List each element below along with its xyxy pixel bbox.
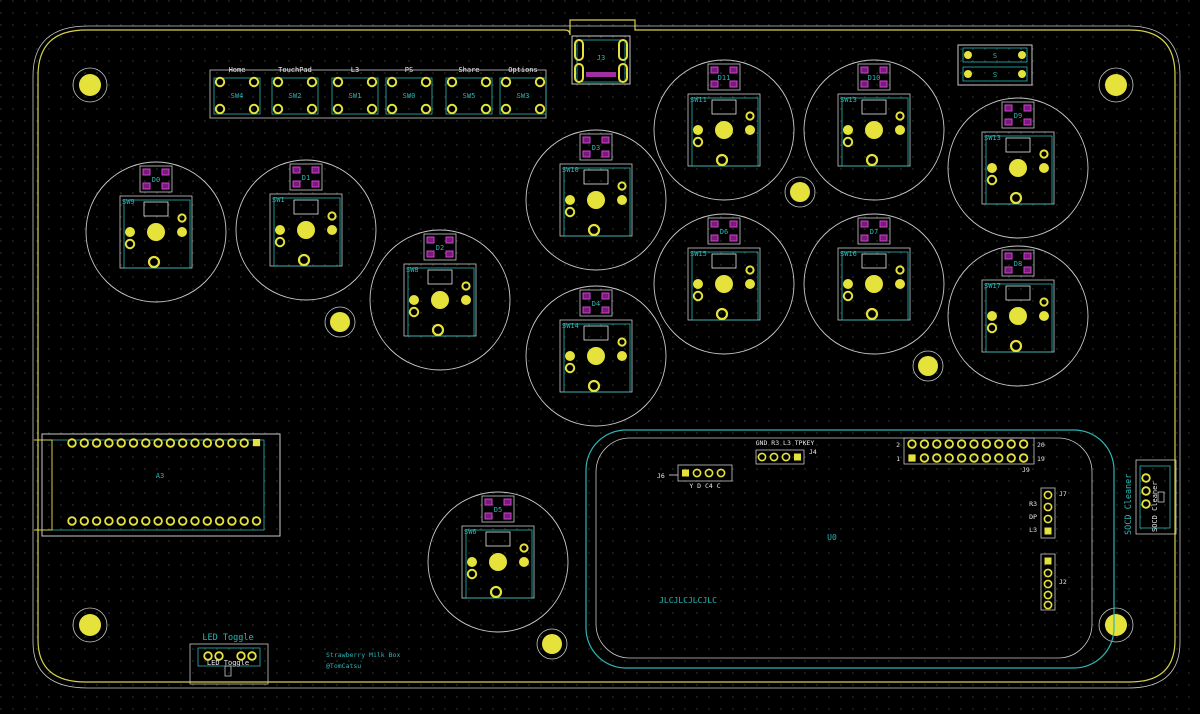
switch-ref: SW17 bbox=[984, 282, 1001, 290]
led-ref: D5 bbox=[494, 506, 502, 514]
j9-pin-20-label: 20 bbox=[1037, 441, 1045, 449]
led-ref: D6 bbox=[720, 228, 728, 236]
tact-switch-ref: SW2 bbox=[289, 92, 302, 100]
led-ref: D10 bbox=[868, 74, 881, 82]
led-ref: D7 bbox=[870, 228, 878, 236]
tact-switch-ref: SW3 bbox=[517, 92, 530, 100]
mcu-ref-label: A3 bbox=[156, 472, 164, 480]
switch-ref: SW13 bbox=[984, 134, 1001, 142]
module-ref-label: U0 bbox=[827, 533, 837, 542]
header-j6-ref: J6 bbox=[657, 472, 665, 480]
top-right-label-a: S bbox=[993, 52, 997, 60]
led-ref: D11 bbox=[718, 74, 731, 82]
header-j2-ref: J2 bbox=[1059, 578, 1067, 586]
tact-switch-ref: SW0 bbox=[403, 92, 416, 100]
tact-switch-label: L3 bbox=[351, 66, 359, 74]
header-j9-ref: J9 bbox=[1022, 466, 1030, 474]
switch-ref: SW10 bbox=[562, 166, 579, 174]
tact-switch-ref: SW1 bbox=[349, 92, 362, 100]
tact-switch-label: Options bbox=[508, 66, 538, 74]
switch-ref: SW14 bbox=[562, 322, 579, 330]
led-ref: D9 bbox=[1014, 112, 1022, 120]
pcb-board: Home SW4 TouchPad SW2 L3 SW1 PS SW0 Share SW5 Opti… bbox=[0, 0, 1200, 710]
led-ref: D0 bbox=[152, 176, 160, 184]
led-toggle-fab: LED Toggle bbox=[207, 659, 249, 667]
tact-switch-label: Home bbox=[229, 66, 246, 74]
header-j4-title: GND R3 L3 TPKEY bbox=[756, 439, 815, 447]
tact-switch-label: Share bbox=[458, 66, 479, 74]
top-right-label-b: S bbox=[993, 71, 997, 79]
switch-ref: SW16 bbox=[840, 250, 857, 258]
j7-r3-label: R3 bbox=[1029, 500, 1037, 508]
socd-title-silk: SOCD Cleaner bbox=[1124, 474, 1134, 535]
led-ref: D3 bbox=[592, 144, 600, 152]
pcb-layout-canvas: Home SW4 TouchPad SW2 L3 SW1 PS SW0 Share SW5 Opti… bbox=[0, 0, 1200, 710]
header-j4-ref: J4 bbox=[809, 448, 817, 456]
credit-line-2: @TomCatsu bbox=[326, 662, 361, 670]
switch-ref: SW13 bbox=[840, 96, 857, 104]
switch-ref: SW9 bbox=[122, 198, 135, 206]
tact-switch-label: PS bbox=[405, 66, 413, 74]
switch-ref: SW8 bbox=[406, 266, 419, 274]
switch-ref: SW1 bbox=[272, 196, 285, 204]
led-ref: D4 bbox=[592, 300, 600, 308]
led-ref: D1 bbox=[302, 174, 310, 182]
credit-line-1: Strawberry Milk Box bbox=[326, 651, 400, 659]
switch-ref: SW11 bbox=[690, 96, 707, 104]
led-ref: D8 bbox=[1014, 260, 1022, 268]
j7-dp-label: DP bbox=[1029, 513, 1037, 521]
tact-switch-ref: SW5 bbox=[463, 92, 476, 100]
usb-ref-label: J3 bbox=[597, 54, 605, 62]
j7-l3-label: L3 bbox=[1029, 526, 1037, 534]
tact-switch-label: TouchPad bbox=[278, 66, 312, 74]
jlc-order-label: JLCJLCJLCJLC bbox=[659, 596, 717, 605]
header-j7-ref: J7 bbox=[1059, 490, 1067, 498]
tact-switch-ref: SW4 bbox=[231, 92, 244, 100]
j9-pin-19-label: 19 bbox=[1037, 455, 1045, 463]
header-j6-pins: Y D C4 C bbox=[689, 482, 720, 490]
j9-pin-1-label: 1 bbox=[896, 455, 900, 463]
socd-title-fab: SOCD Cleaner bbox=[1151, 481, 1159, 532]
led-ref: D2 bbox=[436, 244, 444, 252]
led-toggle-silk: LED Toggle bbox=[202, 633, 253, 643]
switch-ref: SW6 bbox=[464, 528, 477, 536]
j9-pin-2-label: 2 bbox=[896, 441, 900, 449]
switch-ref: SW15 bbox=[690, 250, 707, 258]
